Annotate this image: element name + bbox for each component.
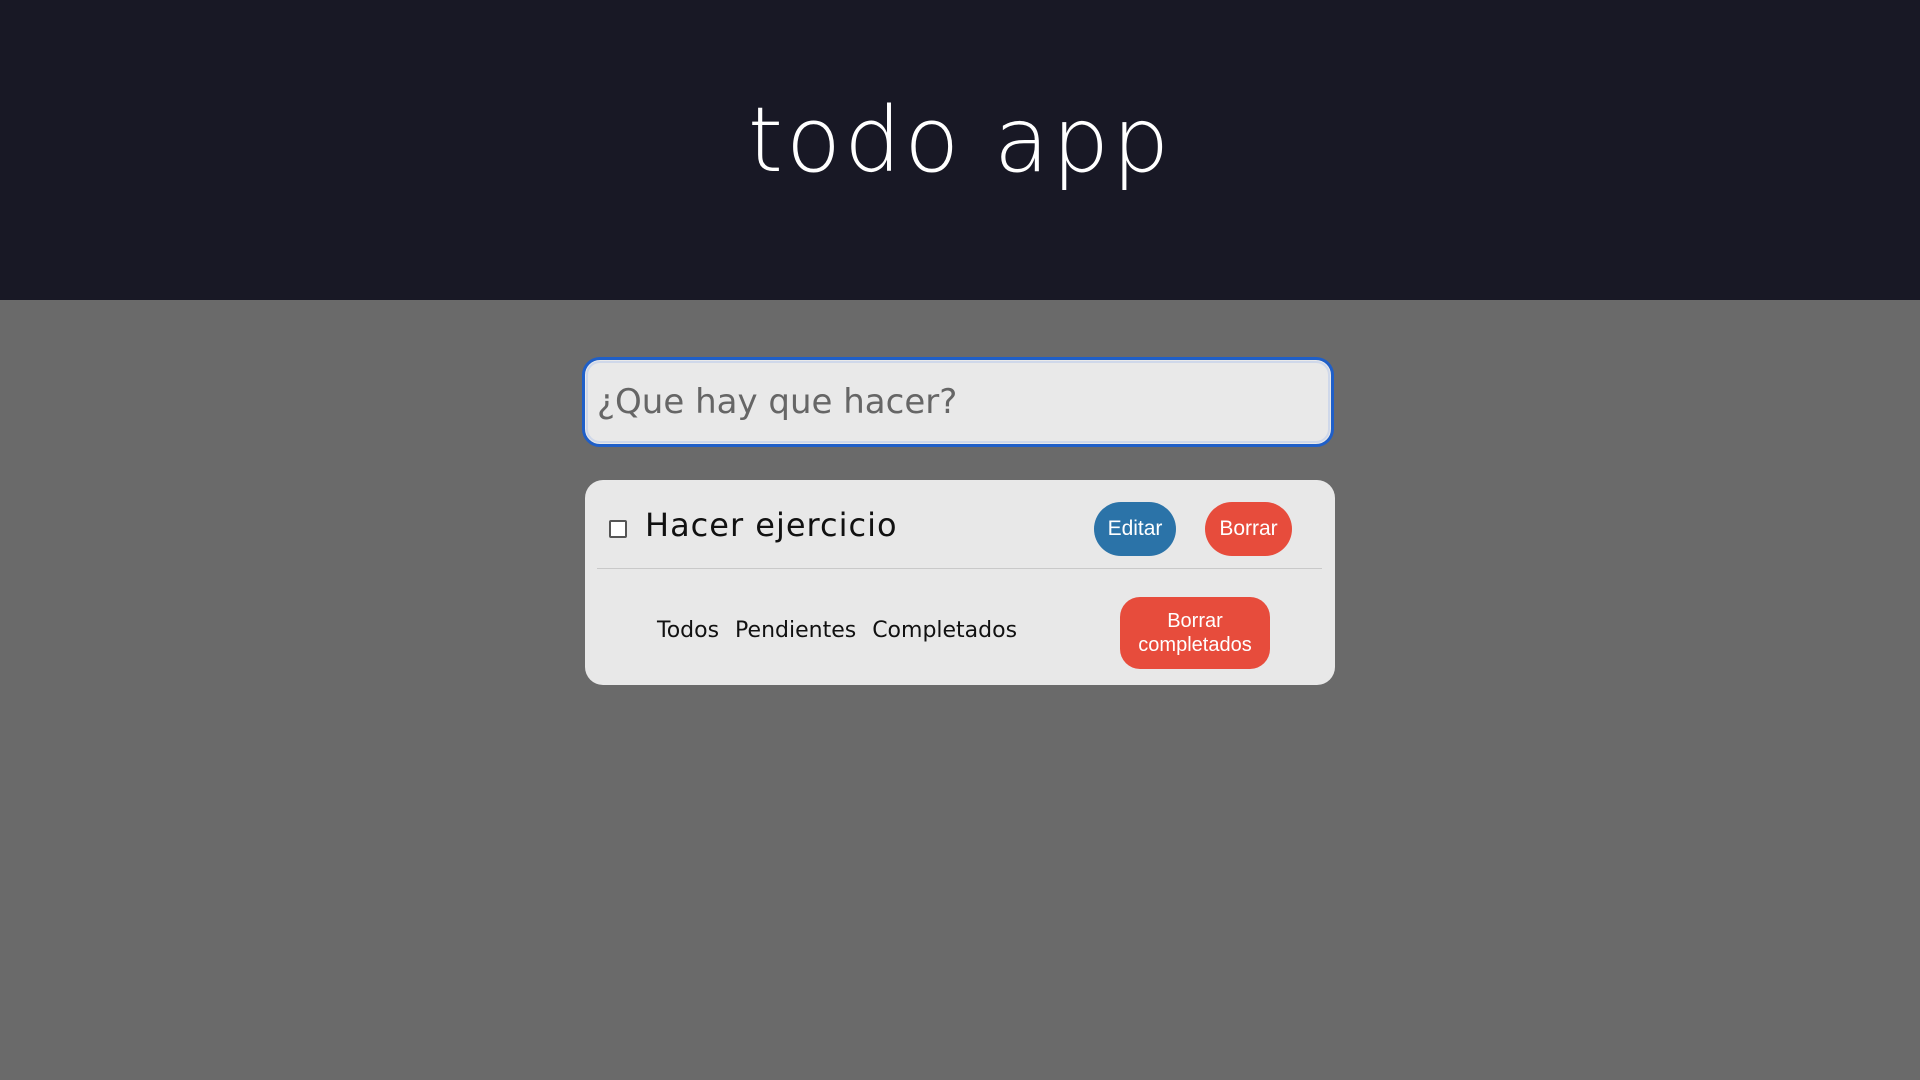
filter-completed[interactable]: Completados	[872, 618, 1017, 643]
todo-text: Hacer ejercicio	[645, 506, 898, 544]
app-title: todo app	[747, 87, 1173, 193]
new-todo-input[interactable]	[582, 357, 1334, 447]
app-header: todo app	[0, 0, 1920, 300]
todo-list-card: Hacer ejercicio Editar Borrar Todos Pend…	[585, 480, 1335, 685]
edit-button[interactable]: Editar	[1094, 502, 1176, 556]
delete-button[interactable]: Borrar	[1205, 502, 1292, 556]
filter-bar: Todos Pendientes Completados	[657, 618, 1017, 643]
todo-checkbox[interactable]	[609, 520, 627, 538]
filter-all[interactable]: Todos	[657, 618, 719, 643]
filter-pending[interactable]: Pendientes	[735, 618, 856, 643]
clear-completed-button[interactable]: Borrar completados	[1120, 597, 1270, 669]
todo-item: Hacer ejercicio Editar Borrar	[597, 480, 1322, 569]
